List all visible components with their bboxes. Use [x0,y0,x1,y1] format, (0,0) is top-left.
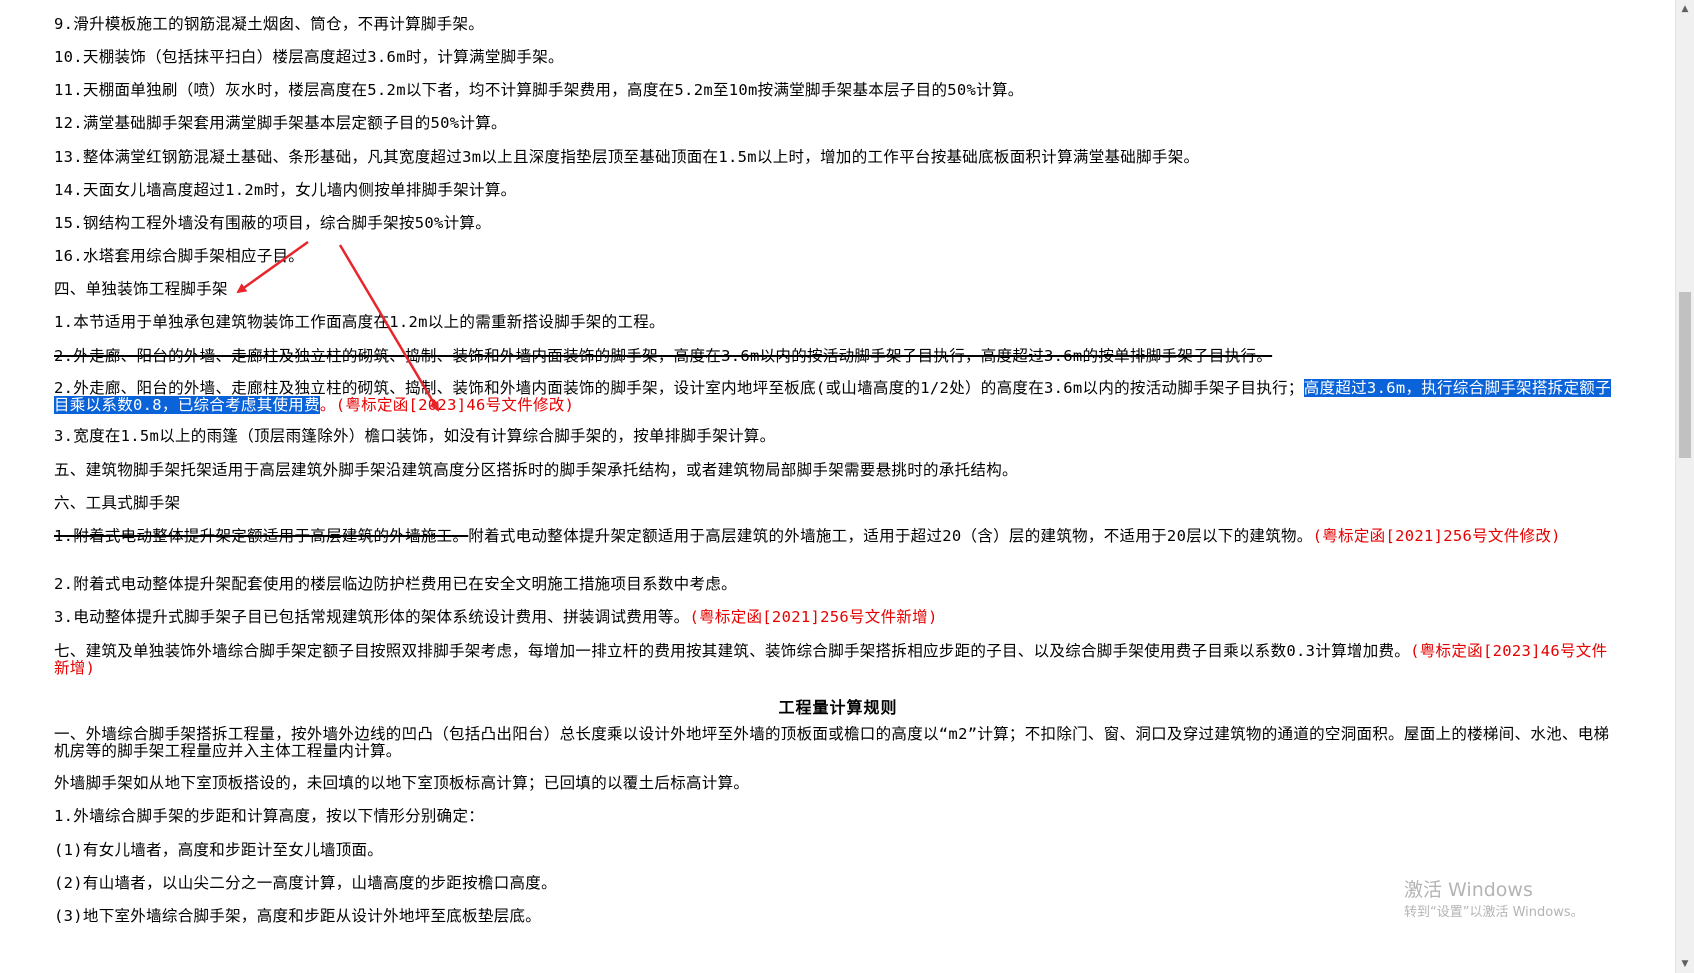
scroll-thumb[interactable] [1679,292,1691,458]
clause-15: 15.钢结构工程外墙没有围蔽的项目，综合脚手架按50%计算。 [54,214,491,232]
section-5: 五、建筑物脚手架托架适用于高层建筑外脚手架沿建筑高度分区搭拆时的脚手架承托结构，… [54,461,1018,479]
rules-title: 工程量计算规则 [778,698,898,717]
section-7: 七、建筑及单独装饰外墙综合脚手架定额子目按照双排脚手架考虑，每增加一排立杆的费用… [54,643,1614,677]
section-7-text: 七、建筑及单独装饰外墙综合脚手架定额子目按照双排脚手架考虑，每增加一排立杆的费用… [54,642,1411,660]
scroll-up-icon[interactable]: ▲ [1676,0,1694,18]
section-6-clause-1-revised: 附着式电动整体提升架定额适用于高层建筑的外墙施工，适用于超过20（含）层的建筑物… [468,527,1313,545]
clause-13: 13.整体满堂红钢筋混凝土基础、条形基础，凡其宽度超过3m以上且深度指垫层顶至基… [54,148,1200,166]
rule-1-item-1-case-2: (2)有山墙者，以山尖二分之一高度计算，山墙高度的步距按檐口高度。 [54,874,557,892]
clause-10: 10.天棚装饰（包括抹平扫白）楼层高度超过3.6m时，计算满堂脚手架。 [54,48,564,66]
watermark-line-2: 转到“设置”以激活 Windows。 [1404,905,1584,920]
section-6-clause-3-text: 3.电动整体提升式脚手架子目已包括常规建筑形体的架体系统设计费用、拼装调试费用等… [54,608,690,626]
section-4-clause-2-deleted: 2.外走廊、阳台的外墙、走廊柱及独立柱的砌筑、捣制、装饰和外墙内面装饰的脚手架，… [54,347,1273,365]
section-6-clause-1-deleted: 1.附着式电动整体提升架定额适用于高层建筑的外墙施工。 [54,527,469,545]
clause-12: 12.满堂基础脚手架套用满堂脚手架基本层定额子目的50%计算。 [54,114,507,132]
section-6-heading: 六、工具式脚手架 [54,494,181,512]
clause-14: 14.天面女儿墙高度超过1.2m时，女儿墙内侧按单排脚手架计算。 [54,181,517,199]
section-4-heading: 四、单独装饰工程脚手架 [54,280,228,298]
clause-16: 16.水塔套用综合脚手架相应子目。 [54,247,305,265]
document-page: 9.滑升模板施工的钢筋混凝土烟囱、筒仓，不再计算脚手架。 10.天棚装饰（包括抹… [0,0,1676,973]
section-6-clause-2: 2.附着式电动整体提升架配套使用的楼层临边防护栏费用已在安全文明施工措施项目系数… [54,575,737,593]
annotation-arrows [236,240,440,412]
section-4-clause-3: 3.宽度在1.5m以上的雨篷（顶层雨篷除外）檐口装饰，如没有计算综合脚手架的，按… [54,427,776,445]
scroll-down-icon[interactable]: ▼ [1676,955,1694,973]
rule-1-note: 外墙脚手架如从地下室顶板搭设的，未回填的以地下室顶板标高计算；已回填的以覆土后标… [54,774,750,792]
windows-activation-watermark: 激活 Windows 转到“设置”以激活 Windows。 [1404,878,1584,922]
rule-1: 一、外墙综合脚手架搭拆工程量，按外墙外边线的凹凸（包括凸出阳台）总长度乘以设计外… [54,725,1610,760]
section-6-clause-3: 3.电动整体提升式脚手架子目已包括常规建筑形体的架体系统设计费用、拼装调试费用等… [54,609,1614,626]
clause-2-revised-text: 2.外走廊、阳台的外墙、走廊柱及独立柱的砌筑、捣制、装饰和外墙内面装饰的脚手架，… [54,379,1304,397]
section-6-clause-1: 1.附着式电动整体提升架定额适用于高层建筑的外墙施工。附着式电动整体提升架定额适… [54,528,1614,545]
revision-note: 。(粤标定函[2023]46号文件修改) [319,396,575,414]
watermark-line-1: 激活 Windows [1404,879,1533,901]
clause-9: 9.滑升模板施工的钢筋混凝土烟囱、筒仓，不再计算脚手架。 [54,15,485,33]
rule-1-item-1: 1.外墙综合脚手架的步距和计算高度，按以下情形分别确定： [54,807,485,825]
rule-1-item-1-case-3: (3)地下室外墙综合脚手架，高度和步距从设计外地坪至底板垫层底。 [54,907,542,925]
revision-note: (粤标定函[2021]256号文件新增) [689,608,938,626]
clause-11: 11.天棚面单独刷（喷）灰水时，楼层高度在5.2m以下者，均不计算脚手架费用，高… [54,81,1024,99]
vertical-scrollbar[interactable]: ▲ ▼ [1675,0,1694,973]
rule-1-item-1-case-1: (1)有女儿墙者，高度和步距计至女儿墙顶面。 [54,841,384,859]
section-4-clause-2-revised: 2.外走廊、阳台的外墙、走廊柱及独立柱的砌筑、捣制、装饰和外墙内面装饰的脚手架，… [54,379,1614,414]
section-4-clause-1: 1.本节适用于单独承包建筑物装饰工作面高度在1.2m以上的需重新搭设脚手架的工程… [54,313,665,331]
revision-note: (粤标定函[2021]256号文件修改) [1312,527,1561,545]
